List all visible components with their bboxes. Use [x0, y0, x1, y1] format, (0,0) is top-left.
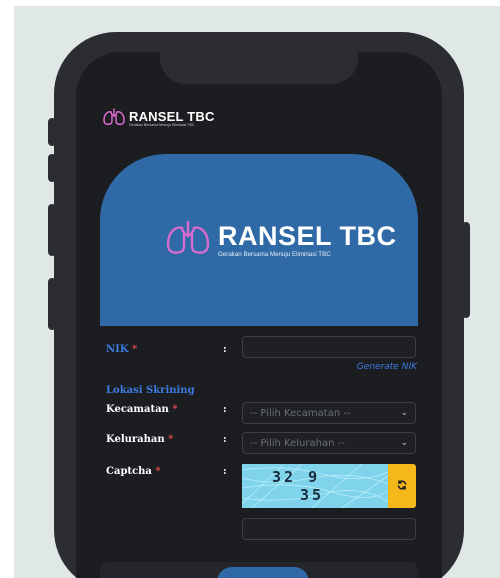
app-screen: RANSEL TBC Gerakan Bersama Menuju Elimin…: [76, 52, 442, 578]
kecamatan-select[interactable]: -- Pilih Kecamatan -- ⌄: [242, 402, 416, 424]
screening-form: NIK * : Generate NIK Lokasi Skrining Kec…: [76, 326, 442, 578]
chevron-down-icon: ⌄: [400, 408, 408, 418]
kelurahan-separator: :: [223, 434, 227, 445]
captcha-separator: :: [223, 466, 227, 477]
nik-separator: :: [223, 344, 227, 355]
kelurahan-select[interactable]: -- Pilih Kelurahan -- ⌄: [242, 432, 416, 454]
header-title: RANSEL TBC: [129, 109, 215, 124]
nik-label: NIK *: [106, 344, 137, 355]
required-mark: *: [132, 344, 138, 355]
kelurahan-placeholder: -- Pilih Kelurahan --: [250, 437, 345, 449]
chevron-down-icon: ⌄: [400, 438, 408, 448]
kelurahan-label-text: Kelurahan: [106, 434, 165, 445]
banner-subtitle: Gerakan Bersama Menuju Eliminasi TBC: [218, 251, 331, 258]
kelurahan-label: Kelurahan *: [106, 434, 173, 445]
captcha-refresh-button[interactable]: [388, 464, 416, 508]
submit-button[interactable]: [217, 567, 309, 578]
nik-label-text: NIK: [106, 344, 129, 355]
generate-nik-link[interactable]: Generate NIK: [357, 362, 417, 372]
captcha-label-text: Captcha: [106, 466, 152, 477]
phone-side-button: [48, 278, 56, 330]
captcha-text-line2: 35: [300, 486, 325, 504]
header-logo[interactable]: RANSEL TBC Gerakan Bersama Menuju Elimin…: [102, 108, 215, 131]
banner-title: RANSEL TBC: [218, 221, 397, 251]
required-mark: *: [155, 466, 161, 477]
refresh-icon: [397, 477, 407, 495]
kecamatan-label: Kecamatan *: [106, 404, 178, 415]
kecamatan-separator: :: [223, 404, 227, 415]
phone-side-button: [48, 204, 56, 256]
section-title-lokasi-skrining: Lokasi Skrining: [106, 385, 195, 396]
nik-input[interactable]: [242, 336, 416, 358]
phone-notch: [160, 32, 358, 84]
captcha-label: Captcha *: [106, 466, 161, 477]
phone-side-button: [48, 118, 56, 146]
required-mark: *: [172, 404, 178, 415]
required-mark: *: [168, 434, 174, 445]
phone-side-button: [462, 222, 470, 318]
lungs-icon: [164, 219, 212, 262]
captcha-answer-input[interactable]: [242, 518, 416, 540]
phone-side-button: [48, 154, 56, 182]
captcha-text-line1: 32 9: [272, 468, 321, 486]
lungs-icon: [102, 108, 126, 131]
banner-logo: RANSEL TBC Gerakan Bersama Menuju Elimin…: [164, 219, 397, 262]
kecamatan-placeholder: -- Pilih Kecamatan --: [250, 407, 351, 419]
kecamatan-label-text: Kecamatan: [106, 404, 169, 415]
hero-banner: RANSEL TBC Gerakan Bersama Menuju Elimin…: [100, 154, 418, 326]
captcha-image: 32 9 35: [242, 464, 388, 508]
